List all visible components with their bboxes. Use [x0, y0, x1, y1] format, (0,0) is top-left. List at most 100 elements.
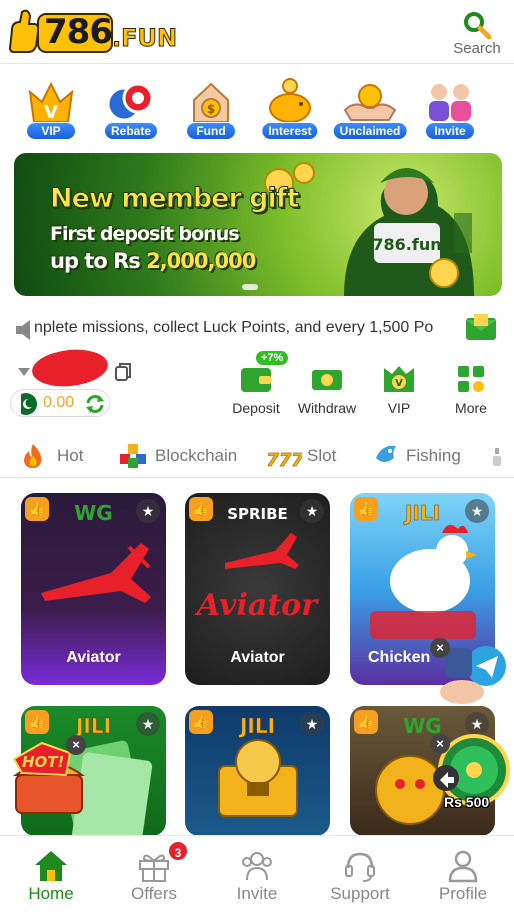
flame-icon: [24, 444, 42, 468]
logo-suffix: .FUN: [111, 24, 178, 53]
more-button[interactable]: More: [440, 352, 502, 422]
tab-hot[interactable]: Hot: [20, 440, 100, 472]
social-float-widget[interactable]: ×: [428, 638, 512, 710]
favorite-star-icon[interactable]: ★: [465, 499, 489, 523]
tab-label: Fishing: [406, 446, 461, 465]
svg-text:V: V: [44, 102, 58, 123]
vip-crown-icon: V: [28, 81, 74, 123]
grid-icon: [458, 366, 484, 392]
wheel-reward: Rs 500: [444, 794, 490, 810]
close-icon[interactable]: ×: [66, 735, 86, 755]
game-card[interactable]: WG 👍 ★ Aviator: [21, 493, 166, 685]
hot-badge-icon: 👍: [354, 710, 378, 734]
quicknav-invite[interactable]: Invite: [411, 70, 489, 144]
game-card[interactable]: Aviator SPRIBE 👍 ★ Aviator: [185, 493, 330, 685]
people-icon: [429, 84, 471, 121]
quicknav-label: VIP: [26, 122, 76, 140]
svg-text:777: 777: [268, 450, 302, 470]
tab-label: Slot: [307, 446, 337, 465]
wallet-actions: +7% Deposit Withdraw V VIP More: [225, 350, 514, 422]
banner-line2: First deposit bonus: [50, 223, 240, 245]
hot-badge-icon: 👍: [354, 497, 378, 521]
more-label: More: [455, 400, 487, 416]
close-icon[interactable]: ×: [430, 734, 450, 754]
tab-label: Hot: [57, 446, 84, 465]
refresh-icon[interactable]: [84, 393, 106, 415]
tab-slot[interactable]: 777 Slot: [268, 440, 348, 472]
lucky-wheel-float[interactable]: × Rs 500: [428, 732, 512, 816]
nav-profile[interactable]: Profile: [412, 836, 514, 916]
carousel-indicator[interactable]: [242, 284, 258, 290]
pakistan-flag-icon: [15, 393, 37, 415]
hot-badge-icon: 👍: [189, 497, 213, 521]
favorite-star-icon[interactable]: ★: [300, 499, 324, 523]
tab-fishing[interactable]: Fishing: [372, 440, 472, 472]
banner-hero-badge: 786.fun: [372, 235, 441, 254]
nav-label: Home: [28, 884, 74, 903]
banner-amount: 2,000,000: [146, 249, 256, 273]
fish-icon: [376, 445, 396, 462]
game-name: Aviator: [66, 649, 121, 666]
copy-icon[interactable]: [114, 362, 132, 382]
quicknav-label: Interest: [261, 122, 319, 140]
balance-pill: 0.00: [10, 389, 110, 417]
vip-button[interactable]: V VIP: [368, 352, 430, 422]
game-card[interactable]: JILI 👍 ★: [185, 706, 330, 836]
nav-home[interactable]: Home: [0, 836, 102, 916]
user-icon: [448, 850, 478, 883]
poker-chips-icon: [106, 82, 154, 122]
search-icon: [464, 12, 492, 40]
mail-icon[interactable]: [464, 312, 498, 342]
banner-line3-prefix: up to Rs: [50, 249, 147, 273]
search-button[interactable]: Search: [452, 8, 502, 58]
home-icon: [35, 851, 67, 881]
quicknav-vip[interactable]: V VIP: [12, 70, 90, 144]
nav-offers[interactable]: 3 Offers: [103, 836, 205, 916]
quicknav-label: Unclaimed: [332, 122, 408, 140]
svg-text:Aviator: Aviator: [194, 588, 319, 623]
quicknav-interest[interactable]: Interest: [251, 70, 329, 144]
vip-label: VIP: [387, 400, 411, 416]
banner-line3: up to Rs 2,000,000: [50, 249, 256, 273]
nav-label: Support: [330, 884, 390, 903]
tab-label: Blockchain: [155, 446, 238, 465]
deposit-button[interactable]: +7% Deposit: [225, 350, 290, 422]
tab-blockchain[interactable]: Blockchain: [118, 440, 243, 472]
nav-support[interactable]: Support: [309, 836, 411, 916]
quicknav-label: Rebate: [103, 122, 159, 140]
logo[interactable]: 786 .FUN: [6, 8, 186, 58]
quicknav-fund[interactable]: $ Fund: [172, 70, 250, 144]
more-tabs-icon[interactable]: [492, 446, 502, 468]
withdraw-label: Withdraw: [297, 400, 357, 416]
logo-number: 786: [44, 12, 113, 52]
nav-label: Invite: [236, 884, 278, 903]
announcement-bar: nplete missions, collect Luck Points, an…: [0, 312, 514, 346]
money-bag-icon: $: [193, 82, 229, 123]
promo-banner[interactable]: 786.fun New member gift First deposit bo…: [14, 153, 502, 296]
favorite-star-icon[interactable]: ★: [136, 499, 160, 523]
quicknav-label: Fund: [186, 122, 236, 140]
game-name: Aviator: [230, 649, 285, 666]
offers-badge: 3: [167, 840, 189, 862]
bottom-nav: Home 3 Offers Invite Support Profile: [0, 835, 514, 916]
close-icon[interactable]: ×: [430, 638, 450, 658]
favorite-star-icon[interactable]: ★: [136, 712, 160, 736]
piggy-bank-icon: [269, 78, 311, 123]
search-label: Search: [453, 40, 501, 57]
quicknav-label: Invite: [425, 122, 475, 140]
hands-coin-icon: [343, 84, 397, 121]
777-icon: 777: [268, 450, 302, 470]
nav-label: Offers: [131, 884, 177, 903]
cash-icon: [312, 370, 342, 390]
quicknav-rebate[interactable]: Rebate: [92, 70, 170, 144]
quicknav-unclaimed[interactable]: Unclaimed: [331, 70, 409, 144]
nav-invite[interactable]: Invite: [206, 836, 308, 916]
hot-chest-float[interactable]: HOT! ×: [6, 735, 90, 817]
withdraw-button[interactable]: Withdraw: [296, 352, 358, 422]
deposit-bonus-badge: +7%: [255, 350, 290, 366]
caret-down-icon[interactable]: [16, 366, 32, 378]
banner-headline: New member gift: [49, 183, 299, 215]
favorite-star-icon[interactable]: ★: [300, 712, 324, 736]
wallet-icon: [241, 368, 271, 392]
header: 786 .FUN Search: [0, 0, 514, 64]
